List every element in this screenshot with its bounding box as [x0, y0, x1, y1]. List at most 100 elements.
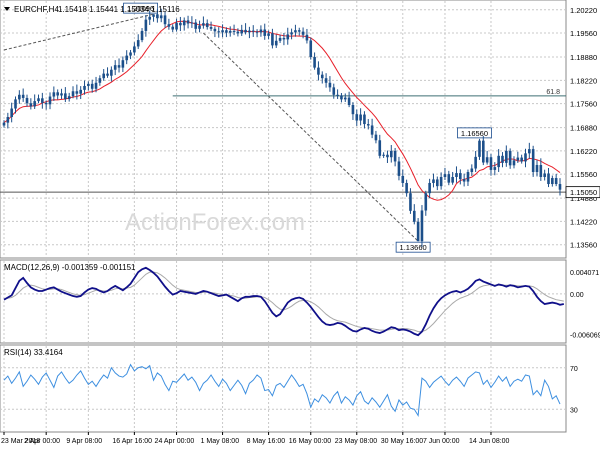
- candle-body: [6, 117, 10, 123]
- candle-body: [41, 98, 44, 103]
- price-tick-label: 1.19560: [570, 29, 597, 38]
- price-tick-label: 1.18880: [570, 53, 597, 62]
- candle-body: [528, 149, 531, 154]
- candle-body: [148, 16, 152, 20]
- candle-body: [485, 157, 489, 163]
- x-tick-label: 14 Jun 08:00: [469, 438, 510, 445]
- candle-body: [79, 89, 82, 94]
- candle-body: [347, 97, 351, 106]
- rsi-label: RSI(14) 33.4164: [4, 348, 63, 357]
- candle-body: [420, 210, 424, 242]
- candle-body: [52, 92, 56, 97]
- ohlc-readout: 1.15418 1.15441 1.15034 1.15116: [58, 5, 180, 14]
- candle-body: [10, 108, 13, 118]
- candle-body: [343, 97, 347, 100]
- candle-body: [48, 96, 52, 105]
- candle-body: [113, 65, 117, 70]
- candle-body: [117, 65, 121, 68]
- candle-body: [83, 85, 86, 90]
- candle-body: [478, 140, 481, 157]
- candle-body: [378, 140, 382, 156]
- x-tick-label: 8 May 16:00: [247, 438, 286, 445]
- price-tick-label: 1.14220: [570, 217, 597, 226]
- candle-body: [186, 20, 190, 24]
- candle-body: [98, 78, 102, 83]
- candle-body: [428, 182, 431, 194]
- candle-body: [75, 91, 79, 94]
- candle-body: [320, 74, 324, 79]
- candle-body: [271, 33, 274, 46]
- candle-body: [309, 40, 313, 58]
- candle-body: [163, 15, 167, 25]
- candle-body: [64, 93, 67, 100]
- candle-body: [432, 179, 435, 183]
- candle-body: [355, 114, 359, 121]
- candle-body: [531, 149, 535, 173]
- candle-body: [543, 173, 546, 177]
- candle-body: [359, 114, 362, 121]
- candle-body: [336, 94, 339, 96]
- x-tick-label: 1 May 08:00: [201, 438, 240, 445]
- candle-body: [267, 33, 270, 36]
- candle-body: [259, 29, 263, 33]
- candle-body: [133, 46, 136, 53]
- candle-body: [508, 150, 512, 166]
- symbol-timeframe: EURCHF,H4: [14, 5, 59, 14]
- candle-body: [554, 178, 558, 185]
- candle-body: [294, 30, 297, 33]
- candle-body: [459, 173, 462, 180]
- candle-body: [205, 23, 209, 28]
- candle-body: [2, 122, 6, 126]
- candle-body: [171, 26, 175, 30]
- candle-body: [110, 69, 113, 76]
- macd-tick-label: 0.004071: [570, 270, 599, 277]
- candle-body: [416, 221, 420, 242]
- candle-body: [470, 168, 474, 173]
- candle-body: [29, 103, 33, 107]
- candle-body: [90, 83, 94, 89]
- macd-tick-label: 0.00: [570, 292, 584, 299]
- candle-body: [136, 40, 140, 47]
- candle-body: [25, 97, 29, 104]
- candle-body: [232, 30, 236, 32]
- macd-label: MACD(12,26,9) -0.001359 -0.001151: [4, 263, 136, 272]
- candle-body: [547, 173, 550, 185]
- candle-body: [18, 94, 21, 100]
- candle-body: [451, 176, 454, 183]
- candle-body: [44, 102, 48, 105]
- forex-chart: ActionForex.com 61.81.200961.165601.1366…: [0, 0, 600, 450]
- candle-body: [121, 60, 125, 68]
- candle-body: [524, 153, 527, 162]
- candle-body: [512, 160, 516, 166]
- price-tick-label: 1.20220: [570, 6, 597, 15]
- candle-body: [366, 124, 370, 126]
- candle-body: [236, 31, 240, 34]
- candle-body: [328, 82, 332, 88]
- candle-body: [102, 73, 105, 79]
- candle-body: [248, 30, 251, 33]
- candle-body: [301, 31, 305, 35]
- candle-body: [14, 99, 17, 109]
- candle-body: [202, 23, 205, 26]
- candle-body: [489, 157, 493, 170]
- candle-body: [389, 150, 393, 158]
- candle-body: [167, 24, 171, 27]
- candle-body: [466, 172, 470, 182]
- candle-body: [217, 31, 221, 33]
- candle-body: [213, 28, 217, 32]
- candle-body: [129, 52, 132, 56]
- candle-body: [374, 134, 378, 141]
- watermark: ActionForex.com: [125, 209, 305, 236]
- candle-body: [156, 14, 159, 19]
- candle-body: [317, 67, 320, 75]
- candle-body: [332, 87, 336, 95]
- candle-body: [263, 29, 267, 36]
- x-tick-label: 30 May 16:00: [381, 438, 424, 445]
- candle-body: [501, 155, 504, 163]
- candle-body: [497, 155, 500, 168]
- rsi-panel: 70 30 RSI(14) 33.4164: [0, 344, 578, 433]
- candle-body: [551, 178, 554, 185]
- candle-body: [87, 83, 90, 86]
- candle-body: [21, 94, 25, 98]
- candle-body: [405, 182, 408, 194]
